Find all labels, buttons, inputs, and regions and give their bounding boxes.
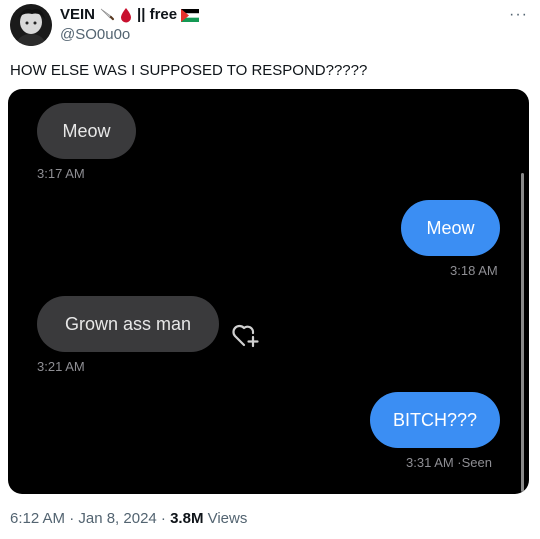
- display-name[interactable]: VEIN: [60, 6, 95, 24]
- message-text: Grown ass man: [64, 314, 192, 334]
- display-name-row[interactable]: VEIN || free: [60, 6, 200, 24]
- message-time: 3:17 AM: [37, 166, 85, 181]
- author-names: VEIN || free @SO0u0o: [60, 6, 200, 45]
- palestine-flag-icon: [181, 8, 200, 22]
- message-bubble-received[interactable]: Grown ass man: [37, 296, 219, 352]
- blood-drop-icon: [119, 7, 133, 23]
- more-options-icon[interactable]: ···: [509, 6, 528, 24]
- tweet-timestamp[interactable]: 6:12 AM · Jan 8, 2024 ·: [10, 510, 170, 527]
- message-text: Meow: [426, 218, 475, 238]
- heart-add-icon[interactable]: [231, 321, 261, 349]
- message-bubble-sent[interactable]: Meow: [401, 200, 500, 256]
- author-handle[interactable]: @SO0u0o: [60, 25, 199, 45]
- knife-icon: [99, 7, 115, 23]
- tweet-text: HOW ELSE WAS I SUPPOSED TO RESPOND?????: [10, 62, 368, 79]
- scrollbar: [521, 173, 524, 492]
- message-bubble-received[interactable]: Meow: [37, 103, 136, 159]
- tweet-footer: 6:12 AM · Jan 8, 2024 · 3.8M Views: [10, 510, 247, 528]
- name-suffix: || free: [137, 6, 178, 23]
- tweet-media-screenshot[interactable]: Meow 3:17 AM Meow 3:18 AM Grown ass man …: [8, 89, 529, 494]
- views-count: 3.8M: [170, 510, 204, 527]
- message-text: BITCH???: [392, 410, 478, 430]
- message-bubble-sent[interactable]: BITCH???: [370, 392, 500, 448]
- views-label: Views: [203, 510, 248, 527]
- message-seen-status: 3:31 AM ·Seen: [406, 455, 492, 470]
- message-text: Meow: [62, 121, 111, 141]
- message-time: 3:21 AM: [37, 359, 85, 374]
- tweet-header: VEIN || free @SO0u0o ···: [8, 4, 532, 46]
- message-time: 3:18 AM: [450, 263, 498, 278]
- avatar[interactable]: [10, 4, 52, 46]
